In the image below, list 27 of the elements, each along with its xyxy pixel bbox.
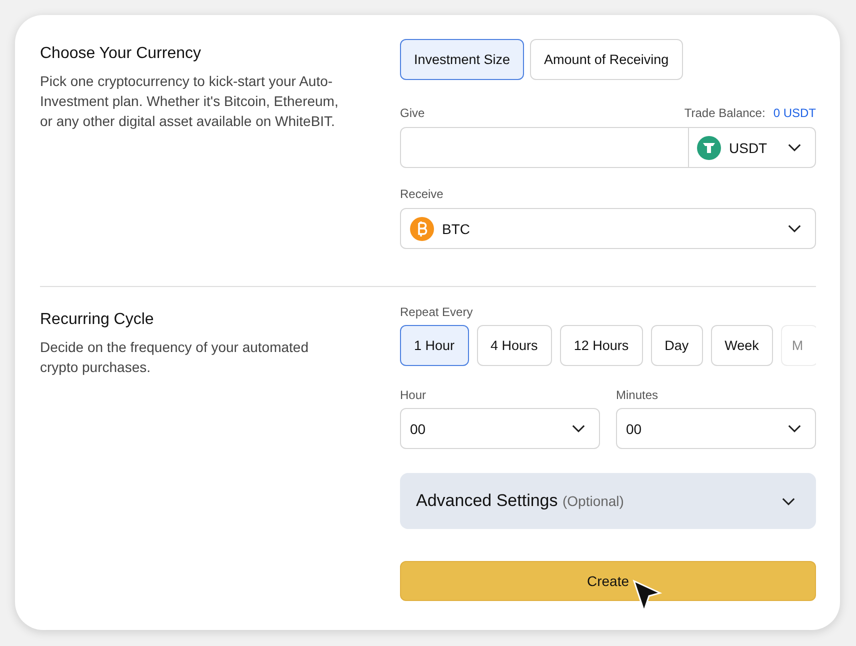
interval-option[interactable]: 12 Hours — [560, 325, 643, 366]
interval-option[interactable]: 4 Hours — [476, 325, 552, 366]
field-label: Repeat Every — [400, 305, 474, 319]
receive-select[interactable]: BTC — [400, 208, 816, 249]
create-button[interactable]: Create — [400, 561, 816, 601]
minutes-select[interactable]: 00 — [616, 408, 816, 449]
section-description: Decide on the frequency of your automated crypto purchases. — [40, 338, 310, 377]
interval-option[interactable]: Day — [650, 325, 703, 366]
currency-select[interactable]: USDT — [688, 128, 815, 167]
interval-option[interactable]: 1 Hour — [400, 325, 469, 366]
section-title: Choose Your Currency — [40, 44, 202, 64]
field-label: Minutes — [616, 388, 660, 402]
mode-tab[interactable]: Investment Size — [400, 39, 524, 80]
field-label: Hour — [400, 388, 428, 402]
field-label: Receive — [400, 187, 444, 201]
section-description: Pick one cryptocurrency to kick-start your Auto-Investment plan. Whether it's Bitcoin, Ethereum, or any other digital asset available on WhiteBIT. — [40, 72, 340, 131]
balance-label: Trade Balance: — [684, 106, 766, 120]
tether-icon — [697, 136, 721, 160]
bitcoin-icon — [410, 216, 434, 240]
advanced-settings-toggle[interactable]: Advanced Settings (Optional) — [400, 473, 816, 529]
hour-select[interactable]: 00 — [400, 408, 600, 449]
section-title: Recurring Cycle — [40, 310, 155, 330]
balance-value[interactable]: 0 USDT — [773, 106, 816, 120]
interval-option[interactable]: Week — [710, 325, 773, 366]
mode-tab[interactable]: Amount of Receiving — [530, 39, 683, 80]
give-field[interactable]: USDT — [400, 127, 816, 168]
field-label: Give — [400, 106, 425, 120]
